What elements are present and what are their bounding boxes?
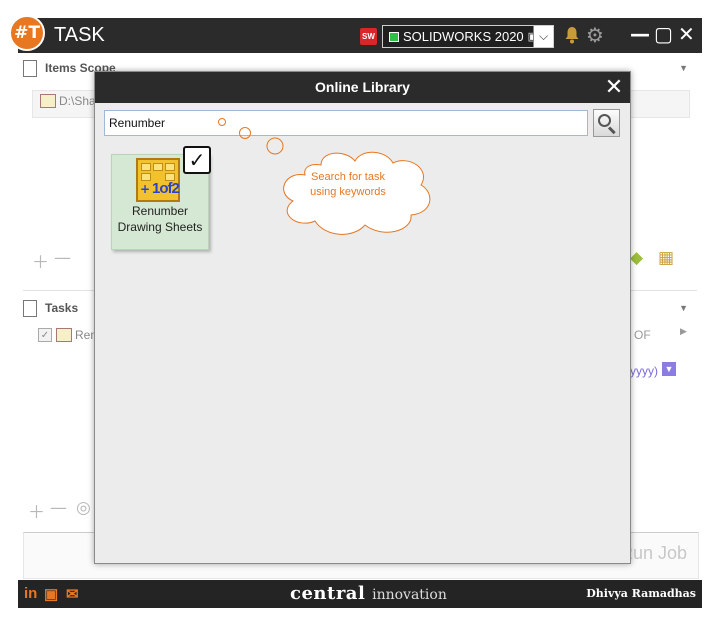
globe-icon[interactable]: ◎ [76,498,91,518]
add-task-icon[interactable]: ＋ [28,498,45,523]
clipboard-icon [23,299,37,317]
youtube-icon[interactable]: ▣ [44,585,58,603]
app-logo: #T [9,15,45,51]
brand-main: central [290,583,366,604]
search-button[interactable] [593,109,620,137]
bottom-bar: in ▣ ✉ central innovation Dhivya Ramadha… [18,580,702,608]
version-select-value: SOLIDWORKS 2020 [403,29,524,44]
task-icon [56,328,72,342]
chevron-down-icon[interactable]: ⌵ [533,26,553,47]
remove-item-icon[interactable]: — [54,248,71,268]
dialog-close-button[interactable]: ✕ [602,72,626,103]
bell-icon[interactable] [564,26,580,48]
maximize-button[interactable]: ▢ [654,22,673,46]
expand-arrow-icon[interactable]: ▶ [680,326,687,337]
cube-icon[interactable]: ◆ [630,248,643,268]
callout-text: Search for task using keywords [310,171,386,198]
collapse-arrow-icon[interactable]: ▼ [679,63,688,73]
document-icon [23,59,37,77]
close-button[interactable]: ✕ [678,22,695,46]
collapse-arrow-icon[interactable]: ▼ [679,303,688,313]
user-name[interactable]: Dhivya Ramadhas [586,587,696,600]
solidworks-icon[interactable]: SW [360,28,377,45]
folder-icon [40,94,56,108]
title-bar: TASK SW SOLIDWORKS 2020 ▣ ⌵ ⚙ — ▢ ✕ [18,18,702,53]
add-item-icon[interactable]: ＋ [32,248,49,273]
linkedin-icon[interactable]: in [24,585,37,602]
scope-item-label: D:\Sha [59,94,96,108]
online-library-dialog: Online Library ✕ + 1of2 Renumber Drawing… [94,71,631,564]
dialog-title: Online Library [95,72,630,103]
task-row[interactable]: ✓ Ren [38,328,97,342]
remove-task-icon[interactable]: — [50,498,67,518]
tasks-title: Tasks [45,301,79,315]
version-select[interactable]: SOLIDWORKS 2020 ▣ ⌵ [382,25,554,48]
gear-icon[interactable]: ⚙ [586,23,604,47]
brand-logo: central innovation [290,583,447,604]
status-dot-icon [389,31,399,42]
renumber-sheets-icon: + 1of2 [136,158,180,202]
task-app-window: TASK SW SOLIDWORKS 2020 ▣ ⌵ ⚙ — ▢ ✕ #T I… [9,15,702,608]
email-icon[interactable]: ✉ [66,585,79,603]
brand-sub: innovation [372,587,447,603]
minimize-button[interactable]: — [630,22,650,46]
scope-item[interactable]: D:\Sha [40,94,96,108]
app-title: TASK [54,24,105,46]
option-label: OF [634,328,651,342]
table-icon[interactable]: ▦ [658,248,674,268]
dropdown-chevron-icon[interactable]: ▼ [662,362,676,376]
search-icon [598,114,611,127]
date-format-value: yyyy) [630,364,658,378]
task-checkbox[interactable]: ✓ [38,328,52,342]
